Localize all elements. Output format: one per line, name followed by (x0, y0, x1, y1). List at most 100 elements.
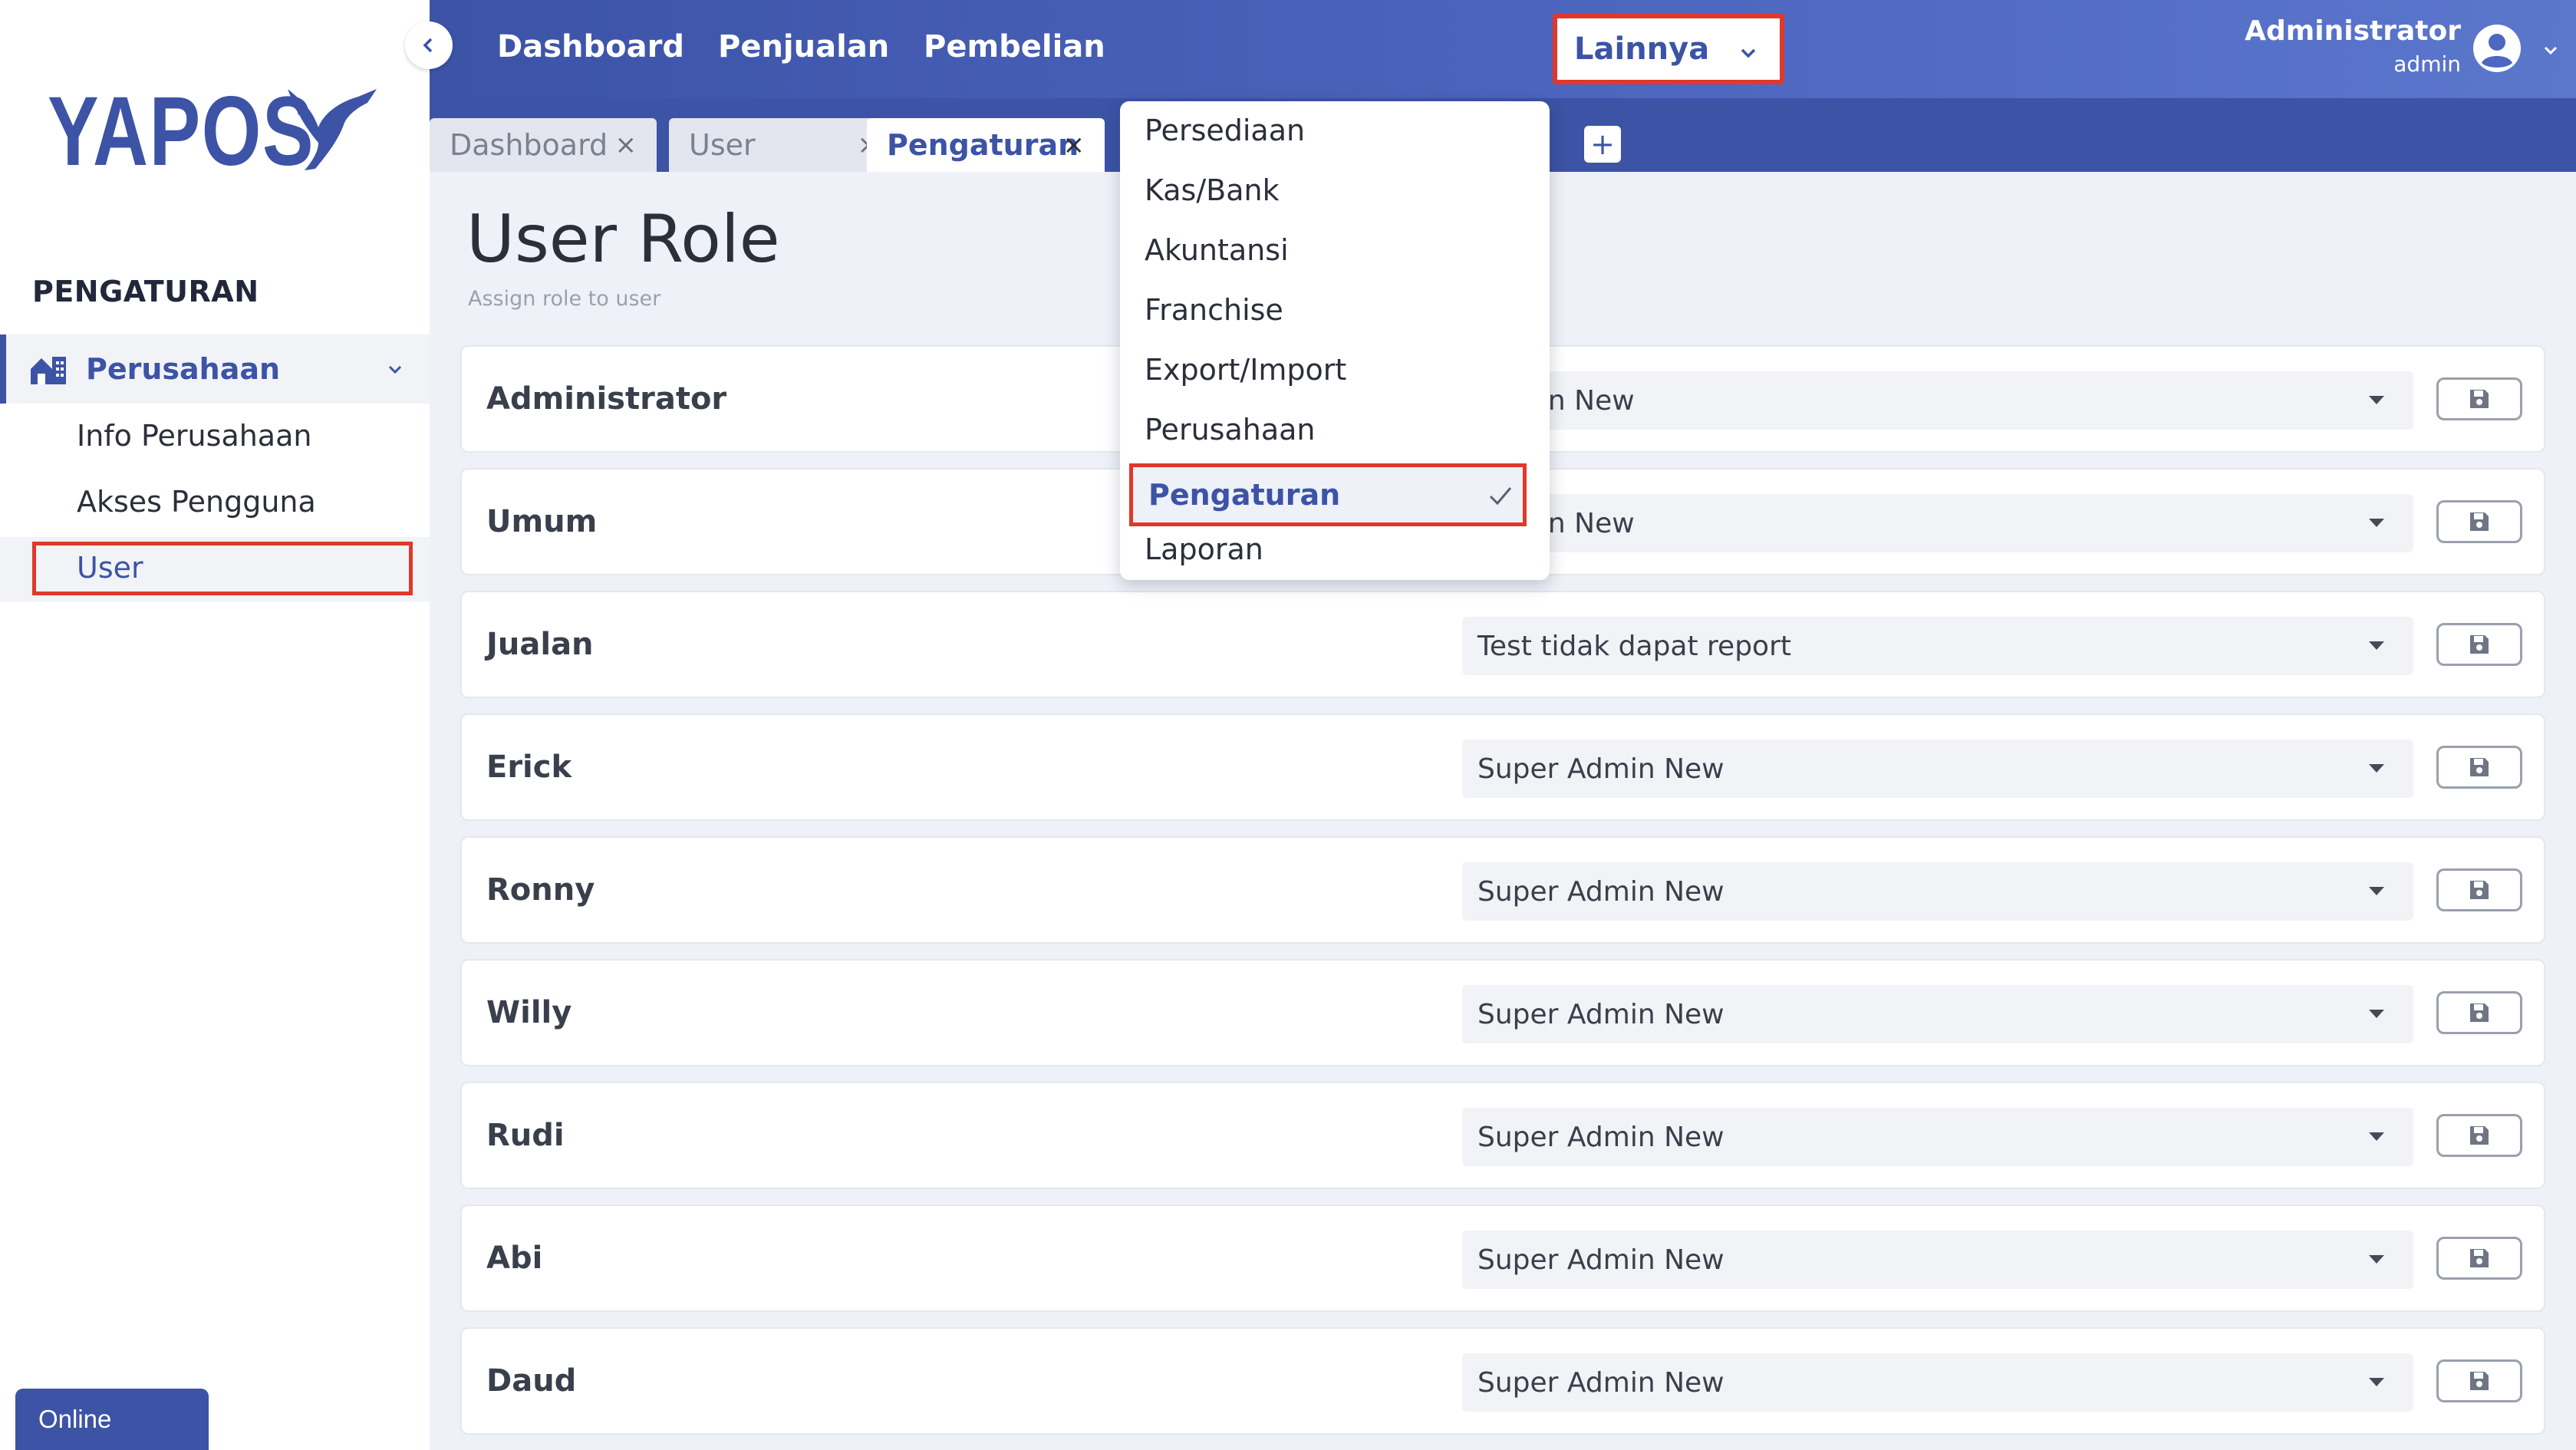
menu-item-akuntansi[interactable]: Akuntansi (1145, 233, 1289, 267)
user-name-label: Willy (486, 995, 572, 1030)
role-select-value: Super Admin New (1477, 753, 1724, 785)
user-name-label: Erick (486, 750, 572, 785)
role-select-value: Super Admin New (1477, 998, 1724, 1030)
role-select[interactable]: Super Admin New (1462, 1108, 2413, 1166)
role-select-value: Test tidak dapat report (1477, 630, 1791, 662)
user-avatar-icon[interactable] (2472, 23, 2522, 74)
menu-item-kas-bank[interactable]: Kas/Bank (1145, 173, 1280, 207)
nav-lainnya-dropdown[interactable]: Lainnya (1553, 14, 1784, 84)
menu-item-perusahaan[interactable]: Perusahaan (1145, 413, 1315, 447)
menu-item-pengaturan[interactable]: Pengaturan (1129, 463, 1527, 526)
user-menu[interactable]: Administrator admin (2245, 15, 2461, 77)
save-icon (2470, 512, 2489, 531)
role-select[interactable]: Super Admin New (1462, 740, 2413, 798)
bird-logo-icon (288, 89, 377, 170)
sidebar-item-akses-pengguna[interactable]: Akses Pengguna (77, 485, 316, 519)
user-role: admin (2393, 51, 2461, 77)
user-name-label: Umum (486, 504, 598, 539)
chevron-down-icon (388, 365, 402, 374)
menu-item-export-import[interactable]: Export/Import (1145, 353, 1346, 387)
role-select[interactable]: Super Admin New (1462, 1353, 2413, 1412)
user-name-label: Ronny (486, 872, 595, 908)
online-status-badge[interactable]: Online (15, 1389, 209, 1450)
tab-label: User (689, 128, 756, 162)
sidebar-section-title: PENGATURAN (32, 275, 259, 308)
sidebar-collapse-button[interactable] (405, 21, 453, 69)
role-select-value: Super Admin New (1477, 1244, 1724, 1276)
role-select-value: Super Admin New (1477, 1366, 1724, 1399)
tab-label: Dashboard (450, 128, 608, 162)
user-role-row: Erick Super Admin New (460, 713, 2545, 821)
caret-down-icon (2369, 887, 2384, 895)
save-icon (2470, 881, 2489, 899)
lainnya-dropdown-menu: Persediaan Kas/Bank Akuntansi Franchise … (1120, 101, 1550, 580)
page-title: User Role (466, 201, 780, 278)
menu-item-persediaan[interactable]: Persediaan (1145, 114, 1305, 147)
caret-down-icon (2369, 641, 2384, 650)
user-role-row: Ronny Super Admin New (460, 836, 2545, 944)
user-name-label: Rudi (486, 1118, 565, 1153)
role-select[interactable]: Super Admin New (1462, 985, 2413, 1043)
user-name: Administrator (2245, 15, 2461, 47)
save-button[interactable] (2436, 1114, 2522, 1157)
sidebar-group-perusahaan[interactable]: Perusahaan (0, 334, 430, 404)
save-button[interactable] (2436, 1237, 2522, 1280)
top-navbar: Dashboard Penjualan Pembelian Lainnya Ad… (430, 0, 2576, 98)
sidebar-item-info-perusahaan[interactable]: Info Perusahaan (77, 419, 311, 453)
chevron-left-icon (423, 38, 433, 53)
save-button[interactable] (2436, 991, 2522, 1034)
role-select[interactable]: Super Admin New (1462, 1231, 2413, 1289)
user-role-row: Daud Super Admin New (460, 1327, 2545, 1435)
logo-text: YAPOS (48, 77, 315, 186)
menu-item-label: Pengaturan (1148, 478, 1341, 512)
user-role-row: Abi Super Admin New (460, 1204, 2545, 1312)
close-icon[interactable]: × (1063, 130, 1085, 160)
role-select-value: Super Admin New (1477, 875, 1724, 908)
save-icon (2470, 390, 2489, 408)
caret-down-icon (2369, 1010, 2384, 1018)
save-icon (2470, 758, 2489, 776)
menu-item-laporan[interactable]: Laporan (1145, 532, 1263, 566)
page-subtitle: Assign role to user (468, 287, 661, 311)
sidebar-group-label: Perusahaan (86, 352, 281, 386)
save-icon (2470, 635, 2489, 654)
user-name-label: Daud (486, 1363, 577, 1399)
user-role-row: Jualan Test tidak dapat report (460, 591, 2545, 698)
caret-down-icon (2369, 1255, 2384, 1264)
role-select[interactable]: Super Admin New (1462, 862, 2413, 921)
caret-down-icon (2369, 764, 2384, 773)
caret-down-icon (2369, 396, 2384, 404)
role-select[interactable]: Test tidak dapat report (1462, 617, 2413, 675)
caret-down-icon (2369, 1378, 2384, 1386)
tab-pengaturan[interactable]: Pengaturan × (867, 118, 1105, 172)
caret-down-icon (2369, 1132, 2384, 1141)
close-icon[interactable]: × (615, 130, 637, 160)
nav-penjualan[interactable]: Penjualan (718, 29, 889, 64)
app-logo[interactable]: YAPOS (48, 83, 390, 181)
tab-dashboard[interactable]: Dashboard × (430, 118, 657, 172)
nav-pembelian[interactable]: Pembelian (924, 29, 1105, 64)
save-button[interactable] (2436, 623, 2522, 666)
save-button[interactable] (2436, 1359, 2522, 1402)
menu-item-franchise[interactable]: Franchise (1145, 293, 1283, 327)
role-select[interactable]: Admin New (1462, 371, 2413, 430)
user-name-label: Abi (486, 1241, 543, 1276)
save-button[interactable] (2436, 746, 2522, 789)
nav-lainnya-label: Lainnya (1574, 31, 1710, 67)
save-button[interactable] (2436, 868, 2522, 911)
role-select[interactable]: Admin New (1462, 494, 2413, 552)
caret-down-icon (2369, 519, 2384, 527)
save-button[interactable] (2436, 377, 2522, 420)
chevron-down-icon (1741, 48, 1756, 58)
tab-user[interactable]: User × (669, 118, 899, 172)
save-icon (2470, 1003, 2489, 1022)
user-name-label: Jualan (486, 627, 594, 662)
chevron-down-icon[interactable] (2542, 41, 2559, 58)
building-icon (31, 357, 66, 384)
user-role-row: Willy Super Admin New (460, 959, 2545, 1066)
nav-dashboard[interactable]: Dashboard (497, 29, 684, 64)
add-tab-button[interactable]: + (1584, 126, 1621, 163)
sidebar-item-user[interactable]: User (77, 551, 143, 585)
save-icon (2470, 1372, 2489, 1390)
save-button[interactable] (2436, 500, 2522, 543)
